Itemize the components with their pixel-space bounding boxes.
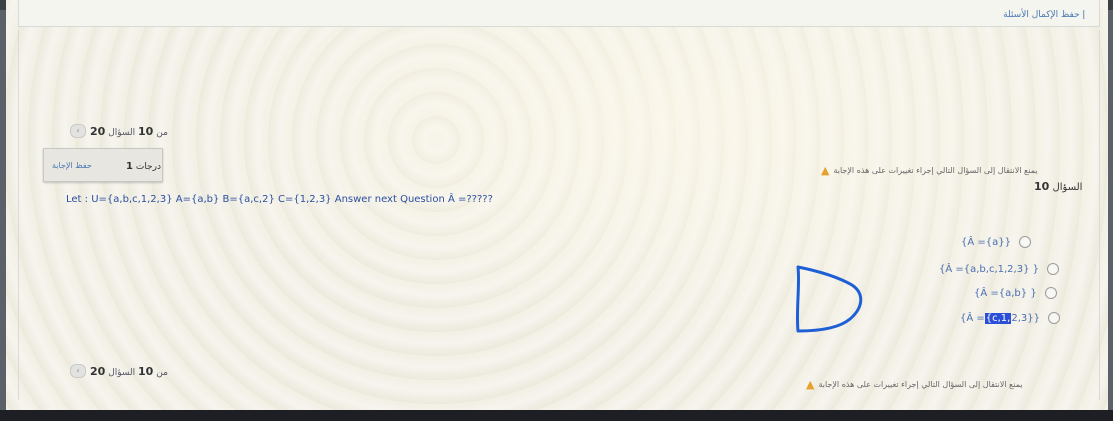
previous-question-panel: إ حفظ الإكمال الأسئلة: [18, 0, 1100, 27]
text-selection-highlight: {c,1,: [984, 312, 1012, 324]
marks-box: حفظ الإجابة 1 درجات: [43, 148, 163, 182]
question-panel: [18, 30, 1100, 400]
monitor-bottom-bezel: [0, 410, 1113, 421]
question-total: 20: [90, 364, 106, 378]
answer-option[interactable]: {Â ={a,b} }: [974, 287, 1057, 299]
warning-text: يمنع الانتقال إلى السؤال التالي إجراء تغ…: [818, 380, 1023, 389]
warning-message-bottom: ▲ يمنع الانتقال إلى السؤال التالي إجراء …: [806, 378, 1023, 391]
marks-label: درجات: [135, 162, 161, 172]
question-total: 20: [90, 124, 106, 138]
radio-button[interactable]: [1018, 236, 1031, 248]
option-label: {Â ={a,b} }: [974, 287, 1037, 299]
radio-button[interactable]: [1044, 287, 1057, 299]
option-label: {Â ={a,b,c,1,2,3} }: [939, 263, 1039, 275]
marks-indicator: 1 درجات: [126, 161, 161, 172]
of-label: من: [156, 367, 168, 378]
question-current: 10: [138, 124, 154, 138]
quiz-screen: إ حفظ الإكمال الأسئلة ‹ 20 من 10 السؤال …: [6, 0, 1108, 416]
warning-text: يمنع الانتقال إلى السؤال التالي إجراء تغ…: [833, 166, 1038, 175]
of-label: من: [156, 127, 168, 138]
option-label: {Â ={c,1,2,3}}: [960, 312, 1040, 324]
warning-message-top: ▲ يمنع الانتقال إلى السؤال التالي إجراء …: [821, 164, 1038, 177]
question-number-value: 10: [1034, 180, 1050, 193]
warning-triangle-icon: ▲: [806, 378, 815, 391]
save-answer-button[interactable]: حفظ الإجابة: [52, 161, 92, 170]
question-navigation-top: ‹ 20 من 10 السؤال: [70, 124, 168, 138]
radio-button[interactable]: [1046, 263, 1059, 275]
radio-button[interactable]: [1048, 312, 1060, 324]
answer-option[interactable]: {Â ={c,1,2,3}}: [960, 312, 1060, 324]
question-text: Let : U={a,b,c,1,2,3} A={a,b} B={a,c,2} …: [66, 194, 493, 205]
question-number-label: السؤال: [1052, 182, 1083, 193]
answer-option[interactable]: {Â ={a,b,c,1,2,3} }: [939, 263, 1059, 275]
question-navigation-bottom: ‹ 20 من 10 السؤال: [70, 364, 168, 378]
question-current: 10: [138, 364, 154, 378]
option-label: {Â ={a}}: [961, 236, 1011, 248]
warning-triangle-icon: ▲: [821, 164, 830, 177]
chevron-left-icon[interactable]: ‹: [70, 124, 86, 138]
chevron-left-icon[interactable]: ‹: [70, 364, 86, 378]
marks-value: 1: [126, 161, 133, 172]
answer-option[interactable]: {Â ={a}}: [961, 236, 1031, 248]
question-number: 10 السؤال: [1034, 180, 1082, 193]
question-label: السؤال: [108, 367, 136, 378]
pen-scribble-annotation: [795, 265, 863, 333]
help-link[interactable]: إ حفظ الإكمال الأسئلة: [1003, 10, 1085, 20]
question-label: السؤال: [108, 127, 136, 138]
